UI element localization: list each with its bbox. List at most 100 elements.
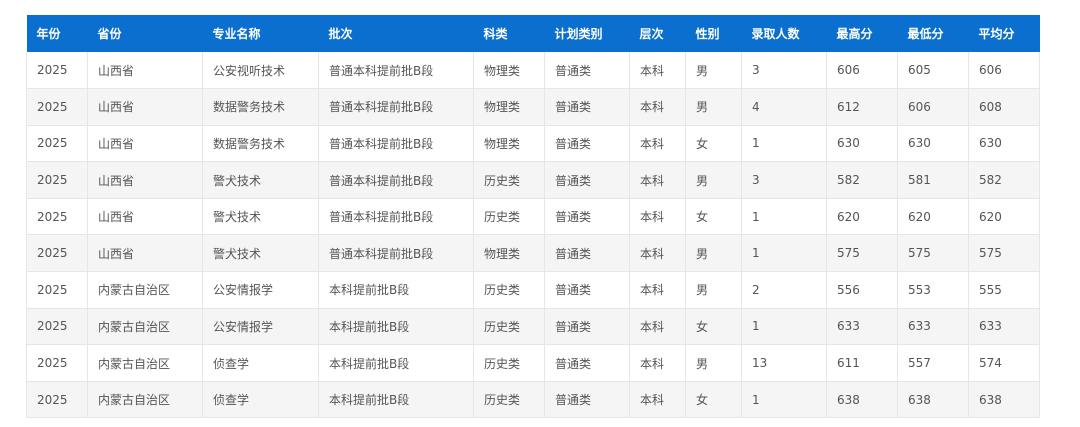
- cell-major-name: 公安情报学: [202, 308, 319, 346]
- cell-plan-type: 普通类: [544, 125, 630, 163]
- table-row: 2025 山西省 数据警务技术 普通本科提前批B段 物理类 普通类 本科男 4 612 606 60…: [26, 88, 1040, 126]
- cell-subject-type: 物理类: [473, 125, 545, 163]
- cell-level: 本科: [629, 381, 686, 419]
- cell-avg-score: 630: [968, 125, 1040, 163]
- cell-major-name: 公安视听技术: [202, 52, 319, 90]
- cell-max-score: 633: [826, 308, 898, 346]
- cell-level: 本科: [629, 52, 686, 90]
- cell-major-name: 公安情报学: [202, 271, 319, 309]
- cell-subject-type: 历史类: [473, 198, 545, 236]
- table-row: 2025 内蒙古自治区 公安情报学 本科提前批B段 历史类 普通类 本科男 2 556 553 55…: [26, 271, 1040, 309]
- cell-province: 内蒙古自治区: [87, 344, 203, 382]
- cell-min-score: 605: [897, 52, 969, 90]
- cell-subject-type: 物理类: [473, 52, 545, 90]
- cell-major-name: 侦查学: [202, 344, 319, 382]
- cell-batch: 本科提前批B段: [318, 271, 474, 309]
- cell-level: 本科: [629, 198, 686, 236]
- cell-plan-type: 普通类: [544, 234, 630, 273]
- cell-subject-type: 历史类: [473, 381, 545, 419]
- table-row: 2025 山西省 警犬技术 普通本科提前批B段 物理类 普通类 本科男 1 575 575 575: [26, 234, 1040, 273]
- cell-avg-score: 582: [968, 161, 1040, 199]
- cell-province: 山西省: [87, 52, 203, 90]
- cell-avg-score: 620: [968, 198, 1040, 236]
- cell-major-name: 警犬技术: [202, 161, 319, 199]
- cell-batch: 本科提前批B段: [318, 344, 474, 382]
- cell-max-score: 620: [826, 198, 898, 236]
- cell-gender: 女: [685, 308, 742, 346]
- cell-batch: 普通本科提前批B段: [318, 88, 474, 126]
- cell-min-score: 553: [897, 271, 969, 309]
- cell-min-score: 575: [897, 234, 969, 273]
- column-header-avg-score: 平均分: [978, 27, 1015, 41]
- cell-year: 2025: [26, 88, 88, 126]
- cell-subject-type: 物理类: [473, 88, 545, 126]
- cell-province: 内蒙古自治区: [87, 381, 203, 419]
- cell-admitted-count: 3: [741, 161, 827, 199]
- cell-max-score: 611: [826, 344, 898, 382]
- cell-plan-type: 普通类: [544, 381, 630, 419]
- cell-max-score: 582: [826, 161, 898, 199]
- cell-province: 山西省: [87, 88, 203, 126]
- cell-gender: 女: [685, 198, 742, 236]
- table-row: 2025 山西省 公安视听技术 普通本科提前批B段 物理类 普通类 本科男 3 606 605 60…: [26, 52, 1040, 90]
- cell-min-score: 630: [897, 125, 969, 163]
- cell-subject-type: 历史类: [473, 271, 545, 309]
- cell-gender: 男: [685, 234, 742, 273]
- cell-major-name: 数据警务技术: [202, 125, 319, 163]
- cell-year: 2025: [26, 308, 88, 346]
- cell-gender: 女: [685, 381, 742, 419]
- cell-admitted-count: 4: [741, 88, 827, 126]
- column-header-batch: 批次: [328, 27, 353, 41]
- table-header: 年份 省份 专业名称 批次 科类 计划类别 层次 性别 录取人数 最高分 最低分 平均分: [26, 15, 1040, 52]
- cell-admitted-count: 2: [741, 271, 827, 309]
- cell-year: 2025: [26, 381, 88, 419]
- cell-min-score: 557: [897, 344, 969, 382]
- cell-avg-score: 633: [968, 308, 1040, 346]
- cell-admitted-count: 1: [741, 234, 827, 273]
- cell-level: 本科: [629, 234, 686, 273]
- cell-admitted-count: 1: [741, 308, 827, 346]
- cell-max-score: 575: [826, 234, 898, 273]
- admission-scores-table: 年份 省份 专业名称 批次 科类 计划类别 层次 性别 录取人数 最高分 最低分 平均分 2025 山西…: [26, 15, 1040, 419]
- cell-subject-type: 历史类: [473, 344, 545, 382]
- cell-max-score: 606: [826, 52, 898, 90]
- table-row: 2025 内蒙古自治区 公安情报学 本科提前批B段 历史类 普通类 本科女 1 633 633 63…: [26, 308, 1040, 346]
- cell-max-score: 612: [826, 88, 898, 126]
- cell-min-score: 620: [897, 198, 969, 236]
- cell-avg-score: 606: [968, 52, 1040, 90]
- cell-year: 2025: [26, 271, 88, 309]
- cell-major-name: 侦查学: [202, 381, 319, 419]
- cell-plan-type: 普通类: [544, 344, 630, 382]
- cell-major-name: 数据警务技术: [202, 88, 319, 126]
- cell-avg-score: 575: [968, 234, 1040, 273]
- cell-gender: 男: [685, 344, 742, 382]
- cell-batch: 普通本科提前批B段: [318, 198, 474, 236]
- table-row: 2025 山西省 数据警务技术 普通本科提前批B段 物理类 普通类 本科女 1 630 630 63…: [26, 125, 1040, 163]
- cell-province: 山西省: [87, 198, 203, 236]
- column-header-max-score: 最高分: [836, 27, 873, 41]
- cell-max-score: 630: [826, 125, 898, 163]
- cell-avg-score: 574: [968, 344, 1040, 382]
- cell-plan-type: 普通类: [544, 198, 630, 236]
- cell-major-name: 警犬技术: [202, 234, 319, 273]
- cell-province: 内蒙古自治区: [87, 271, 203, 309]
- cell-subject-type: 历史类: [473, 161, 545, 199]
- cell-level: 本科: [629, 88, 686, 126]
- cell-batch: 普通本科提前批B段: [318, 234, 474, 273]
- cell-plan-type: 普通类: [544, 52, 630, 90]
- cell-min-score: 633: [897, 308, 969, 346]
- table-row: 2025 内蒙古自治区 侦查学 本科提前批B段 历史类 普通类 本科女 1 638 638 638: [26, 381, 1040, 419]
- column-header-subject-type: 科类: [483, 27, 508, 41]
- table-body: 2025 山西省 公安视听技术 普通本科提前批B段 物理类 普通类 本科男 3 606 605 60…: [26, 52, 1040, 419]
- cell-gender: 女: [685, 125, 742, 163]
- cell-avg-score: 638: [968, 381, 1040, 419]
- cell-batch: 本科提前批B段: [318, 308, 474, 346]
- cell-year: 2025: [26, 234, 88, 273]
- cell-admitted-count: 1: [741, 198, 827, 236]
- column-header-major-name: 专业名称: [212, 27, 261, 41]
- table-row: 2025 山西省 警犬技术 普通本科提前批B段 历史类 普通类 本科男 3 582 581 582: [26, 161, 1040, 199]
- cell-level: 本科: [629, 271, 686, 309]
- cell-plan-type: 普通类: [544, 308, 630, 346]
- cell-min-score: 638: [897, 381, 969, 419]
- cell-subject-type: 物理类: [473, 234, 545, 273]
